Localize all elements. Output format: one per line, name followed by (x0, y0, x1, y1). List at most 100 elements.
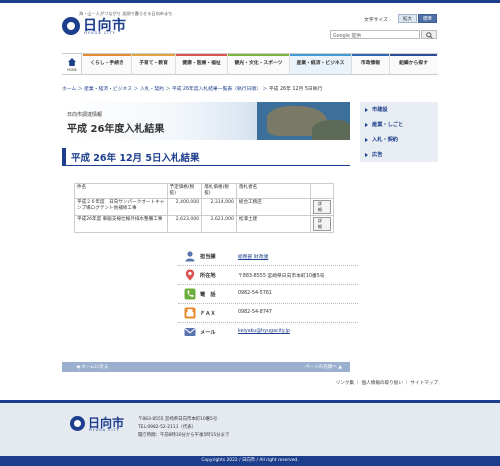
contact-mail-link[interactable]: keiyaku@hyugacity.jp (238, 329, 290, 334)
nav-item-label: 産業・経済・ビジネス (296, 61, 345, 66)
sidebar-item-ads[interactable]: 広告 (360, 148, 438, 162)
pager-bar: ◀ ホームに戻る ページの先頭へ ▲ (62, 362, 350, 372)
contact-row-tel: 電 話 0982-54-5761 (178, 285, 358, 304)
page-title: 平成 26年 12月 5日入札結果 (62, 148, 350, 166)
cell-planned: 2,400,000 (166, 198, 203, 216)
sidebar-item-label: 市建設 (372, 107, 388, 113)
cell-name: 平成２６年度 日向サンパークオートキャンプ場ログテント他補修工事 (74, 198, 168, 216)
nav-item-label: 健康・医療・福祉 (182, 61, 221, 66)
detail-button[interactable]: 詳細 (312, 217, 331, 231)
nav-item-label: くらし・手続き (90, 61, 124, 66)
nav-home[interactable]: HOME (62, 54, 82, 74)
contact-row-dept: 担当課 総務部 財政課 (178, 247, 358, 266)
nav-item-city-info[interactable]: 市政情報 (352, 54, 390, 74)
sidebar-item-construction[interactable]: 市建設 (360, 103, 438, 117)
fax-icon (184, 307, 196, 319)
page-title-text: 平成 26年 12月 5日入札結果 (71, 153, 200, 164)
nav-item-organization[interactable]: 組織から探す (390, 54, 437, 74)
col-header-winner: 落札者名 (235, 183, 311, 199)
back-home-link[interactable]: ◀ ホームに戻る (76, 364, 108, 370)
sidebar-item-industry[interactable]: 産業・しごと (360, 118, 438, 132)
contact-dept-link[interactable]: 総務部 財政課 (238, 253, 268, 260)
font-size-label: 文字サイズ (364, 18, 388, 23)
mail-icon (184, 328, 196, 336)
contact-tel-value[interactable]: 0982-54-5761 (238, 291, 272, 296)
nav-item-label: 子育て・教育 (139, 61, 168, 66)
col-header-planned: 予定価格(税抜) (166, 183, 203, 199)
global-nav: HOME くらし・手続き 子育て・教育 健康・医療・福祉 観光・文化・スポーツ … (62, 53, 438, 75)
sidebar-item-bidding[interactable]: 入札・契約 (360, 133, 438, 147)
arrow-right-icon (365, 108, 368, 112)
cell-name: 平成26年度 車脇支線仕線外排水整備工事 (74, 215, 168, 233)
font-size-large-button[interactable]: 拡大 (398, 14, 417, 23)
nav-item-bar (228, 54, 289, 56)
table-row: 平成26年度 車脇支線仕線外排水整備工事 2,623,000 2,621,000… (74, 215, 335, 233)
contact-mail-label: メール (200, 330, 216, 336)
footer-hours: 開庁時間：午前8時30分から午後5時15分まで (138, 433, 230, 438)
nav-item-bar (290, 54, 351, 56)
nav-item-bar (176, 54, 227, 56)
col-header-winning: 落札価格(税抜) (201, 183, 237, 199)
site-logo-sub: HYUGA CITY (84, 31, 116, 35)
breadcrumb-industry[interactable]: 産業・経済・ビジネス (84, 87, 132, 92)
nav-home-label: HOME (67, 68, 77, 72)
page-top-label: ページの先頭へ (304, 365, 337, 370)
table-row: 平成２６年度 日向サンパークオートキャンプ場ログテント他補修工事 2,400,0… (74, 198, 335, 216)
page-banner: 日向市調達情報 平成 26年度入札結果 (62, 102, 350, 140)
col-header-name: 件名 (74, 183, 168, 199)
cell-action: 詳細 (309, 198, 335, 216)
nav-item-health[interactable]: 健康・医療・福祉 (176, 54, 228, 74)
nav-item-bar (390, 54, 437, 56)
cell-planned: 2,623,000 (166, 215, 203, 233)
nav-item-living[interactable]: くらし・手続き (83, 54, 132, 74)
footer-links[interactable]: リンク集 ｜ 個人情報の取り扱い ｜ サイトマップ (336, 380, 438, 386)
font-size-standard-button[interactable]: 標準 (418, 14, 437, 23)
contact-row-address: 所在地 〒883-8555 宮崎県日向市本町10番5号 (178, 266, 358, 285)
contact-fax-value: 0982-54-8747 (238, 310, 272, 315)
detail-button[interactable]: 詳細 (312, 200, 331, 214)
contact-tel-label: 電 話 (200, 292, 216, 298)
sidebar-item-label: 入札・契約 (372, 137, 398, 143)
table-header-row: 件名 予定価格(税抜) 落札価格(税抜) 落札者名 (74, 183, 335, 199)
cell-action: 詳細 (309, 215, 335, 233)
breadcrumb-home[interactable]: ホーム (62, 87, 76, 92)
contact-fax-label: ＦＡＸ (200, 311, 216, 317)
arrow-right-icon (365, 153, 368, 157)
cell-winner: 総合工務店 (235, 198, 311, 216)
nav-item-label: 組織から探す (399, 61, 428, 66)
breadcrumb-bidding[interactable]: 入札・契約 (140, 87, 164, 92)
banner-subtitle: 日向市調達情報 (67, 112, 103, 118)
city-emblem-icon[interactable] (62, 17, 80, 35)
breadcrumb-results-list[interactable]: 平成 26年度入札結果一覧表（執行日順） (172, 87, 261, 92)
nav-item-bar (352, 54, 389, 56)
home-icon (68, 58, 76, 66)
contact-address-value: 〒883-8555 宮崎県日向市本町10番5号 (238, 274, 325, 279)
page-top-link[interactable]: ページの先頭へ ▲ (305, 364, 342, 370)
nav-item-childcare[interactable]: 子育て・教育 (132, 54, 176, 74)
search-placeholder: Google 提供 (333, 34, 362, 39)
breadcrumb: ホーム ＞ 産業・経済・ビジネス ＞ 入札・契約 ＞ 平成 26年度入札結果一覧… (62, 87, 323, 92)
arrow-right-icon (365, 123, 368, 127)
search-input[interactable]: Google 提供 (330, 30, 420, 39)
site-footer: 日向市 HYUGA CITY 〒883-8555 宮崎県日向市本町10番5号 T… (0, 400, 500, 456)
contact-address-label: 所在地 (200, 273, 216, 279)
search-icon (426, 32, 433, 39)
nav-item-industry[interactable]: 産業・経済・ビジネス (290, 54, 352, 74)
footer-logo-sub: HYUGA CITY (89, 428, 120, 432)
contact-row-mail: メール keiyaku@hyugacity.jp (178, 323, 358, 342)
search-button[interactable] (421, 30, 437, 39)
banner-photo-rock (312, 120, 350, 140)
cell-winning: 2,314,000 (201, 198, 237, 216)
nav-item-label: 観光・文化・スポーツ (234, 61, 283, 66)
contact-row-fax: ＦＡＸ 0982-54-8747 (178, 304, 358, 323)
footer-address: 〒883-8555 宮崎県日向市本町10番5号 (138, 417, 218, 422)
back-home-label: ホームに戻る (81, 365, 109, 370)
sidebar-item-label: 広告 (372, 152, 383, 158)
nav-item-bar (132, 54, 175, 56)
city-emblem-icon (70, 416, 85, 431)
contact-dept-label: 担当課 (200, 254, 216, 260)
nav-item-tourism[interactable]: 観光・文化・スポーツ (228, 54, 290, 74)
arrow-right-icon (365, 138, 368, 142)
results-table: 件名 予定価格(税抜) 落札価格(税抜) 落札者名 平成２６年度 日向サンパーク… (74, 183, 335, 233)
col-header-action (309, 183, 335, 199)
